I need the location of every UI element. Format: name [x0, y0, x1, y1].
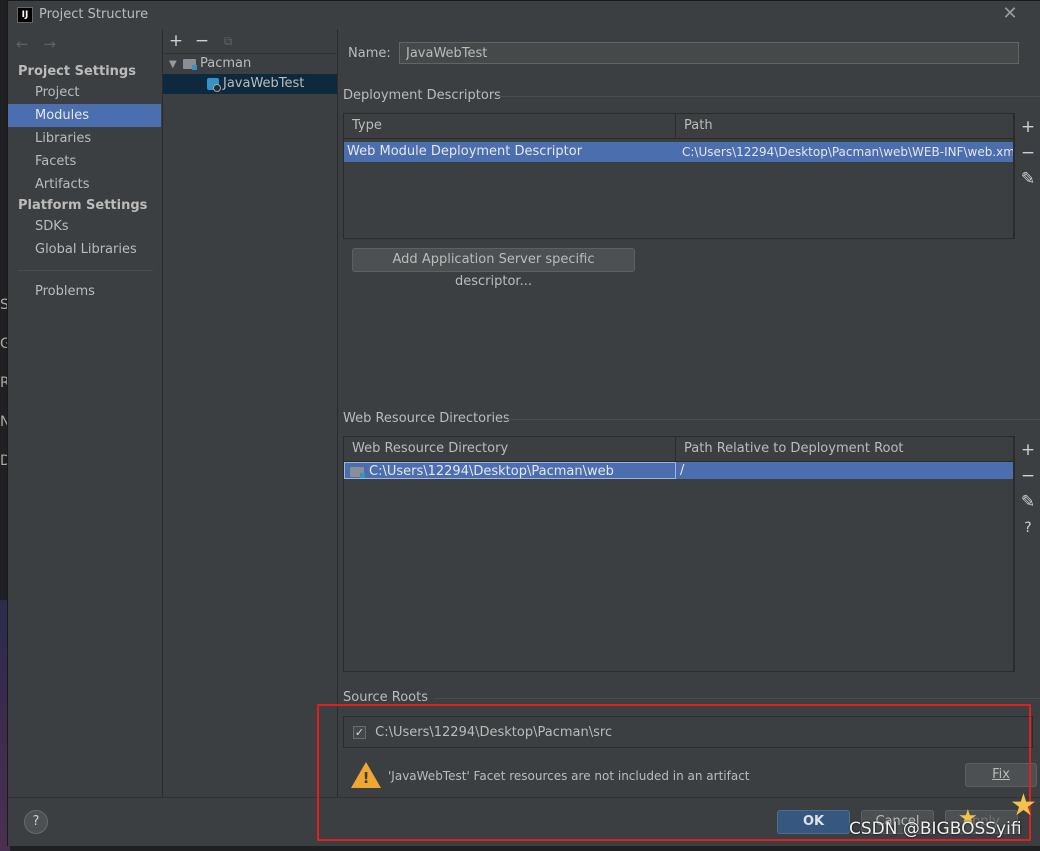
history-arrows: ← → [16, 35, 66, 53]
sidebar-item-sdks[interactable]: SDKs [8, 215, 161, 238]
sidebar-item-global-libraries[interactable]: Global Libraries [8, 238, 161, 261]
tree-node-label: Pacman [200, 56, 252, 71]
tree-node-javawebtest[interactable]: JavaWebTest [163, 74, 337, 94]
section-divider [508, 419, 1040, 420]
module-folder-icon [183, 58, 197, 70]
close-icon[interactable]: ✕ [1000, 4, 1020, 24]
sidebar-item-libraries[interactable]: Libraries [8, 127, 161, 150]
module-tree-panel: + − ⧉ ▼ Pacman JavaWebTest [163, 29, 338, 797]
settings-sidebar: ← → Project Settings Project Modules Lib… [8, 29, 163, 797]
table-row[interactable]: Web Module Deployment Descriptor C:\User… [344, 142, 1013, 162]
column-header-path[interactable]: Path [676, 114, 1014, 138]
add-icon[interactable]: + [1015, 438, 1040, 462]
section-divider [496, 96, 1040, 97]
sidebar-item-problems[interactable]: Problems [8, 280, 161, 303]
folder-icon [350, 466, 365, 478]
name-label: Name: [348, 46, 391, 61]
edit-icon[interactable]: ✎ [1015, 490, 1040, 514]
section-platform-settings: Platform Settings [18, 198, 148, 213]
deployment-descriptors-title: Deployment Descriptors [343, 88, 501, 103]
cell-path: C:\Users\12294\Desktop\Pacman\web\WEB-IN… [682, 145, 1013, 159]
back-arrow-icon[interactable]: ← [16, 35, 29, 53]
sidebar-item-facets[interactable]: Facets [8, 150, 161, 173]
descriptor-tools: + − ✎ [1014, 113, 1040, 239]
edit-icon[interactable]: ✎ [1015, 167, 1040, 191]
deployment-descriptors-table: Type Path Web Module Deployment Descript… [343, 113, 1014, 239]
tree-toolbar: + − ⧉ [163, 29, 337, 54]
title-bar[interactable]: IJ Project Structure ✕ [8, 1, 1040, 29]
source-roots-title: Source Roots [343, 690, 429, 705]
remove-icon[interactable]: − [1015, 141, 1040, 165]
remove-icon[interactable]: − [1015, 464, 1040, 488]
star-sticker-icon: ★ [1010, 788, 1037, 823]
web-resource-directories-table: Web Resource Directory Path Relative to … [343, 436, 1014, 672]
cell-directory: C:\Users\12294\Desktop\Pacman\web [344, 462, 676, 479]
sidebar-item-project[interactable]: Project [8, 81, 161, 104]
tree-node-label: JavaWebTest [223, 76, 305, 91]
web-resource-directories-title: Web Resource Directories [343, 411, 510, 426]
resource-tools: + − ✎ ? [1014, 436, 1040, 672]
copy-module-icon[interactable]: ⧉ [218, 31, 238, 51]
column-header-relative-path[interactable]: Path Relative to Deployment Root [676, 437, 1014, 461]
sidebar-divider [18, 270, 153, 271]
add-server-descriptor-button[interactable]: Add Application Server specific descript… [352, 248, 635, 289]
chevron-down-icon[interactable]: ▼ [169, 55, 181, 75]
table-header: Web Resource Directory Path Relative to … [344, 437, 1013, 462]
window-title: Project Structure [39, 7, 149, 22]
intellij-icon: IJ [17, 7, 33, 23]
forward-arrow-icon[interactable]: → [43, 35, 56, 53]
column-header-type[interactable]: Type [344, 114, 676, 138]
remove-module-icon[interactable]: − [192, 31, 212, 51]
table-row[interactable]: C:\Users\12294\Desktop\Pacman\web / [344, 462, 1013, 479]
cell-relative-path: / [680, 463, 685, 478]
tree-node-pacman[interactable]: ▼ Pacman [163, 54, 337, 74]
help-icon[interactable]: ? [1015, 516, 1040, 540]
add-module-icon[interactable]: + [166, 31, 186, 51]
sidebar-item-artifacts[interactable]: Artifacts [8, 173, 161, 196]
sidebar-item-modules[interactable]: Modules [8, 104, 161, 127]
section-project-settings: Project Settings [18, 64, 136, 79]
column-header-directory[interactable]: Web Resource Directory [344, 437, 676, 461]
facet-editor-panel: Name: Deployment Descriptors Type Path W… [338, 29, 1040, 797]
cell-directory-text: C:\Users\12294\Desktop\Pacman\web [369, 464, 614, 479]
cell-type: Web Module Deployment Descriptor [347, 144, 583, 159]
table-header: Type Path [344, 114, 1013, 139]
web-facet-icon [207, 77, 221, 92]
csdn-watermark: CSDN @BIGBOSSyifi [849, 819, 1022, 839]
section-divider [434, 698, 1040, 699]
add-icon[interactable]: + [1015, 115, 1040, 139]
help-button[interactable]: ? [24, 810, 48, 834]
name-field[interactable] [399, 42, 1019, 64]
